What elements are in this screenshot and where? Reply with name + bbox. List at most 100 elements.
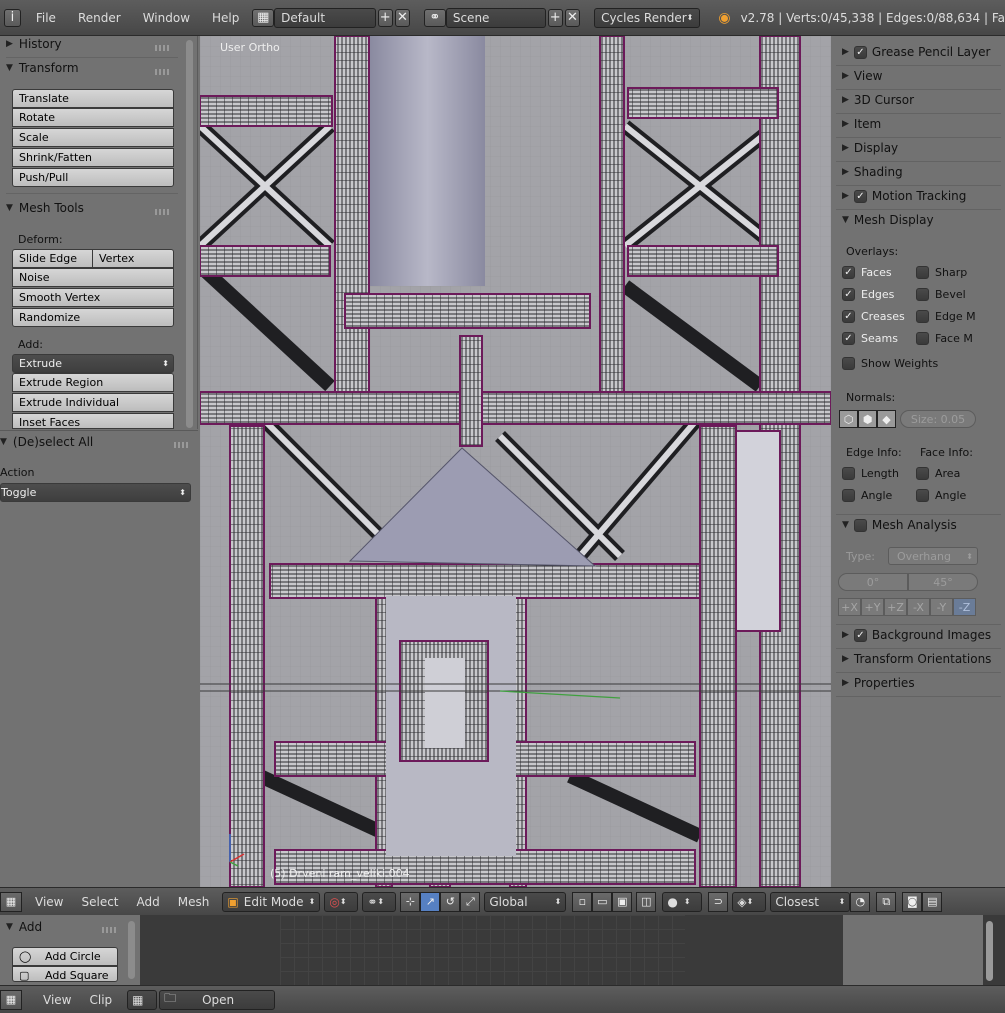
extrude-individual-button[interactable]: Extrude Individual xyxy=(12,393,174,412)
clip-editor-type-icon[interactable]: ▦ xyxy=(0,989,22,1010)
length-toggle[interactable]: Length xyxy=(842,467,899,480)
clip-menu-clip[interactable]: Clip xyxy=(80,993,121,1007)
tool-shelf-scrollbar[interactable] xyxy=(186,40,193,428)
clip-editor-canvas[interactable] xyxy=(0,915,1005,985)
translate-manipulator-icon[interactable]: ↗ xyxy=(420,891,441,912)
menu-file[interactable]: File xyxy=(25,11,67,25)
panel-grip-icon[interactable] xyxy=(102,927,116,933)
snap-toggle-icon[interactable]: ⊃ xyxy=(708,891,729,912)
slide-vertex-button[interactable]: Vertex xyxy=(92,249,174,268)
display-panel-header[interactable]: ▶ Display xyxy=(842,138,898,158)
face-angle-checkbox[interactable] xyxy=(916,489,929,502)
menu-view[interactable]: View xyxy=(26,895,72,909)
menu-add[interactable]: Add xyxy=(128,895,169,909)
clip-menu-view[interactable]: View xyxy=(34,993,80,1007)
add-panel-header[interactable]: ▼ Add xyxy=(6,918,42,936)
operator-panel-header[interactable]: ▼ (De)select All xyxy=(0,433,93,451)
creases-toggle[interactable]: ✓ Creases xyxy=(842,310,905,323)
edges-checkbox[interactable]: ✓ xyxy=(842,288,855,301)
bevel-toggle[interactable]: Bevel xyxy=(916,288,966,301)
analysis-type-dropdown[interactable]: Overhang ⬍ xyxy=(888,547,978,565)
action-dropdown[interactable]: Toggle ⬍ xyxy=(0,483,191,502)
split-normals-icon[interactable]: ⬢ xyxy=(858,410,877,428)
edge-marks-checkbox[interactable] xyxy=(916,310,929,323)
axis-pos-z-button[interactable]: +Z xyxy=(884,598,907,616)
sharp-toggle[interactable]: Sharp xyxy=(916,266,967,279)
3d-viewport[interactable]: User Ortho (5) Drveni ram_veliki.004 xyxy=(200,36,831,887)
seams-toggle[interactable]: ✓ Seams xyxy=(842,332,898,345)
panel-grip-icon[interactable] xyxy=(155,45,169,51)
area-toggle[interactable]: Area xyxy=(916,467,960,480)
clip-shelf-scrollbar[interactable] xyxy=(128,921,135,979)
rotate-manipulator-icon[interactable]: ↺ xyxy=(440,891,461,912)
orientation-dropdown[interactable]: Global ⬍ xyxy=(484,891,567,912)
opengl-render-icon[interactable]: ⧉ xyxy=(876,891,897,912)
view-panel-header[interactable]: ▶ View xyxy=(842,66,882,86)
snap-target-dropdown[interactable]: Closest ⬍ xyxy=(770,891,851,912)
axis-neg-x-button[interactable]: -X xyxy=(907,598,930,616)
scene-field[interactable]: Scene xyxy=(445,7,546,28)
menu-help[interactable]: Help xyxy=(201,11,250,25)
3d-cursor-panel-header[interactable]: ▶ 3D Cursor xyxy=(842,90,914,110)
smooth-vertex-button[interactable]: Smooth Vertex xyxy=(12,288,174,307)
background-images-checkbox[interactable]: ✓ xyxy=(853,628,867,642)
menu-select[interactable]: Select xyxy=(72,895,127,909)
range-min-field[interactable]: 0° xyxy=(838,573,908,591)
edge-marks-toggle[interactable]: Edge M xyxy=(916,310,976,323)
axis-pos-x-button[interactable]: +X xyxy=(838,598,861,616)
menu-render[interactable]: Render xyxy=(67,11,132,25)
remove-layout-icon[interactable]: ✕ xyxy=(394,8,411,27)
rotate-button[interactable]: Rotate xyxy=(12,108,174,127)
face-marks-checkbox[interactable] xyxy=(916,332,929,345)
inset-faces-button[interactable]: Inset Faces xyxy=(12,413,174,429)
motion-tracking-panel-header[interactable]: ▶ ✓ Motion Tracking xyxy=(842,186,966,206)
menu-mesh[interactable]: Mesh xyxy=(169,895,219,909)
manipulator-icon[interactable]: ⊹ xyxy=(400,891,421,912)
add-layout-icon[interactable]: + xyxy=(377,8,393,27)
clip-mode-dropdown[interactable]: ▦ xyxy=(127,989,158,1010)
edges-toggle[interactable]: ✓ Edges xyxy=(842,288,894,301)
scene-icon[interactable]: ⚭ xyxy=(424,8,446,27)
transform-panel-header[interactable]: ▼ Transform xyxy=(6,59,79,77)
screen-layout-icon[interactable]: ▦ xyxy=(252,8,275,27)
panel-grip-icon[interactable] xyxy=(155,209,169,215)
open-clip-button[interactable]: 🗀 Open xyxy=(159,989,276,1010)
seams-checkbox[interactable]: ✓ xyxy=(842,332,855,345)
panel-grip-icon[interactable] xyxy=(155,69,169,75)
randomize-button[interactable]: Randomize xyxy=(12,308,174,327)
background-images-panel-header[interactable]: ▶ ✓ Background Images xyxy=(842,625,991,645)
translate-button[interactable]: Translate xyxy=(12,89,174,108)
faces-toggle[interactable]: ✓ Faces xyxy=(842,266,892,279)
history-panel-header[interactable]: ▶ History xyxy=(6,35,62,53)
bevel-checkbox[interactable] xyxy=(916,288,929,301)
add-scene-icon[interactable]: + xyxy=(547,8,563,27)
info-editor-icon[interactable]: i xyxy=(4,8,21,27)
render-engine-dropdown[interactable]: Cycles Render ⬍ xyxy=(594,7,701,28)
viewport-shading-dropdown[interactable]: ◎ ⬍ xyxy=(324,891,359,912)
axis-neg-y-button[interactable]: -Y xyxy=(930,598,953,616)
length-checkbox[interactable] xyxy=(842,467,855,480)
edge-angle-toggle[interactable]: Angle xyxy=(842,489,892,502)
properties-panel-header[interactable]: ▶ Properties xyxy=(842,673,915,693)
vertex-select-icon[interactable]: ▫ xyxy=(572,891,593,912)
render-animation-icon[interactable]: ▤ xyxy=(922,891,943,912)
render-still-icon[interactable]: ◙ xyxy=(902,891,923,912)
snap-project-icon[interactable]: ◔ xyxy=(850,891,871,912)
screen-layout-field[interactable]: Default xyxy=(274,7,376,28)
add-circle-button[interactable]: ◯ Add Circle xyxy=(12,947,118,966)
noise-button[interactable]: Noise xyxy=(12,268,174,287)
limit-selection-icon[interactable]: ◫ xyxy=(636,891,657,912)
proportional-edit-dropdown[interactable]: ● ⬍ xyxy=(662,891,703,912)
axis-neg-z-button[interactable]: -Z xyxy=(953,598,976,616)
show-weights-checkbox[interactable] xyxy=(842,357,855,370)
clip-scrollbar[interactable] xyxy=(986,921,993,981)
shading-panel-header[interactable]: ▶ Shading xyxy=(842,162,903,182)
panel-grip-icon[interactable] xyxy=(174,442,188,448)
mesh-analysis-checkbox[interactable] xyxy=(853,518,867,532)
item-panel-header[interactable]: ▶ Item xyxy=(842,114,881,134)
extrude-dropdown[interactable]: Extrude ⬍ xyxy=(12,354,174,373)
shrink-fatten-button[interactable]: Shrink/Fatten xyxy=(12,148,174,167)
grease-pencil-panel-header[interactable]: ▶ ✓ Grease Pencil Layer xyxy=(842,42,990,62)
pivot-point-dropdown[interactable]: ⚭ ⬍ xyxy=(362,891,397,912)
faces-checkbox[interactable]: ✓ xyxy=(842,266,855,279)
